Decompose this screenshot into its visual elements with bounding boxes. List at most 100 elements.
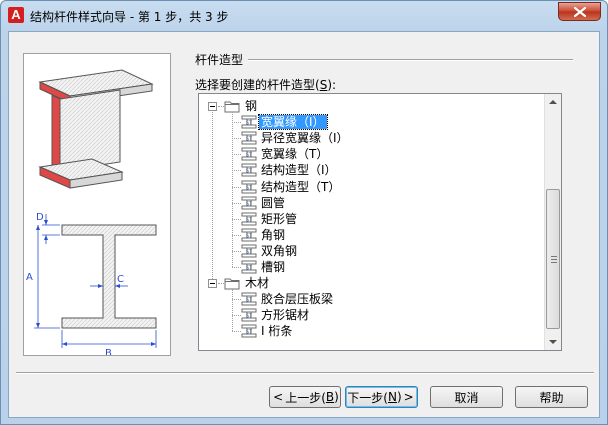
structural-member-icon: ST (241, 147, 257, 161)
svg-text:ST: ST (246, 137, 253, 143)
tree-connector (232, 234, 241, 236)
button-separator (16, 372, 594, 374)
tree-connector (232, 315, 241, 317)
chevron-right-icon: > (403, 390, 414, 404)
svg-text:ST: ST (246, 201, 253, 207)
back-button[interactable]: < 上一步(B) (269, 386, 341, 408)
svg-text:ST: ST (246, 169, 253, 175)
tree-connector (212, 112, 213, 280)
structural-member-icon: ST (241, 131, 257, 145)
folder-icon (224, 277, 240, 290)
tree-item-label: 结构造型（I） (261, 163, 337, 178)
tree-folder-node[interactable]: 钢 (224, 98, 259, 114)
folder-icon (224, 100, 240, 113)
tree-item[interactable]: ST 圆管 (241, 195, 287, 211)
close-icon (574, 7, 586, 17)
tree-item-label: 异径宽翼缘（I） (261, 131, 349, 146)
tree-collapse-toggle[interactable] (208, 279, 217, 289)
tree-connector (232, 267, 241, 268)
isometric-beam-drawing (38, 69, 154, 189)
dimension-label-b: B (105, 348, 112, 355)
member-preview: D A C B (23, 53, 171, 359)
svg-text:ST: ST (246, 330, 253, 336)
tree-connector (232, 289, 233, 332)
tree-folder-label: 木材 (245, 276, 270, 291)
tree-item-label: 双角钢 (261, 243, 298, 258)
window-title: 结构杆件样式向导 - 第 1 步，共 3 步 (30, 10, 229, 24)
tree-vertical-scrollbar[interactable] (544, 94, 561, 350)
tree-item-label: 胶合层压板梁 (261, 292, 334, 307)
wizard-window: A 结构杆件样式向导 - 第 1 步，共 3 步 D A C B 杆件造型 选择… (0, 0, 608, 425)
member-shape-tree[interactable]: 钢 ST 宽翼缘（I） ST 异径宽翼缘（I） ST 宽翼缘（T） ST 结构造型（I） ST 结构… (198, 93, 562, 351)
structural-member-icon: ST (241, 212, 257, 226)
svg-text:ST: ST (246, 314, 253, 320)
scroll-thumb[interactable] (546, 189, 560, 329)
structural-member-icon: ST (241, 163, 257, 177)
structural-member-icon: ST (241, 115, 257, 129)
tree-item[interactable]: ST 胶合层压板梁 (241, 291, 335, 307)
tree-item-label: 宽翼缘（I） (258, 114, 328, 131)
tree-item[interactable]: ST 结构造型（I） (241, 162, 339, 178)
structural-member-icon: ST (241, 196, 257, 210)
scroll-up-arrow[interactable] (545, 94, 561, 111)
tree-connector (232, 250, 241, 252)
member-shape-group-title: 杆件造型 (195, 53, 244, 67)
tree-item[interactable]: ST 矩形管 (241, 211, 299, 227)
tree-item[interactable]: ST 槽钢 (241, 259, 287, 275)
autocad-app-icon[interactable]: A (8, 7, 24, 23)
svg-text:ST: ST (246, 233, 253, 239)
tree-connector (232, 218, 241, 220)
section-dimension-drawing: D A C B (26, 212, 157, 359)
tree-item[interactable]: ST 宽翼缘（I） (241, 114, 328, 131)
svg-text:ST: ST (246, 249, 253, 255)
tree-item-label: 圆管 (261, 195, 286, 210)
tree-item[interactable]: ST I 桁条 (241, 323, 294, 339)
structural-member-icon: ST (241, 292, 257, 306)
structural-member-icon: ST (241, 308, 257, 322)
structural-member-icon: ST (241, 244, 257, 258)
dimension-label-c: C (117, 274, 124, 285)
chevron-left-icon: < (273, 390, 284, 404)
arrow-up-icon (549, 100, 557, 104)
arrow-down-icon (549, 340, 557, 344)
tree-item[interactable]: ST 宽翼缘（T） (241, 146, 330, 162)
help-button[interactable]: 帮助 (515, 386, 588, 408)
tree-item-label: 结构造型（T） (261, 179, 341, 194)
tree-connector (232, 186, 241, 188)
structural-member-icon: ST (241, 228, 257, 242)
dimension-label-a: A (26, 272, 33, 283)
title-bar[interactable]: A 结构杆件样式向导 - 第 1 步，共 3 步 (1, 1, 607, 31)
grip-icon (551, 256, 557, 263)
svg-text:ST: ST (246, 298, 253, 304)
structural-member-icon: ST (241, 324, 257, 338)
tree-folder-label: 钢 (245, 99, 258, 113)
svg-text:ST: ST (246, 217, 253, 223)
tree-item[interactable]: ST 双角钢 (241, 243, 299, 259)
svg-text:ST: ST (246, 121, 253, 127)
tree-connector (232, 331, 241, 333)
tree-item-label: 方形锯材 (261, 308, 310, 323)
scroll-down-arrow[interactable] (545, 333, 561, 350)
tree-connector (232, 112, 233, 267)
close-button[interactable] (558, 2, 601, 21)
tree-collapse-toggle[interactable] (208, 102, 217, 111)
dialog-client-area: D A C B 杆件造型 选择要创建的杆件造型(S): 钢 ST 宽翼缘（I） ST 异… (8, 31, 600, 418)
tree-connector (232, 138, 241, 140)
next-button[interactable]: 下一步(N) > (345, 386, 418, 408)
tree-item[interactable]: ST 结构造型（T） (241, 179, 342, 195)
tree-item[interactable]: ST 异径宽翼缘（I） (241, 130, 351, 146)
tree-connector (232, 299, 241, 301)
tree-item[interactable]: ST 方形锯材 (241, 307, 311, 323)
tree-item[interactable]: ST 角钢 (241, 227, 287, 243)
tree-connector (232, 170, 241, 172)
svg-text:ST: ST (246, 153, 253, 159)
tree-item-label: 槽钢 (261, 260, 286, 274)
tree-connector (232, 122, 241, 124)
cancel-button[interactable]: 取消 (430, 386, 503, 408)
tree-item-label: 宽翼缘（T） (261, 147, 329, 162)
wide-flange-preview-image: D A C B (26, 69, 157, 359)
dimension-label-d: D (36, 212, 44, 223)
tree-instruction-label: 选择要创建的杆件造型(S): (195, 78, 337, 92)
tree-item-label: 角钢 (261, 227, 286, 242)
tree-connector (232, 202, 241, 204)
